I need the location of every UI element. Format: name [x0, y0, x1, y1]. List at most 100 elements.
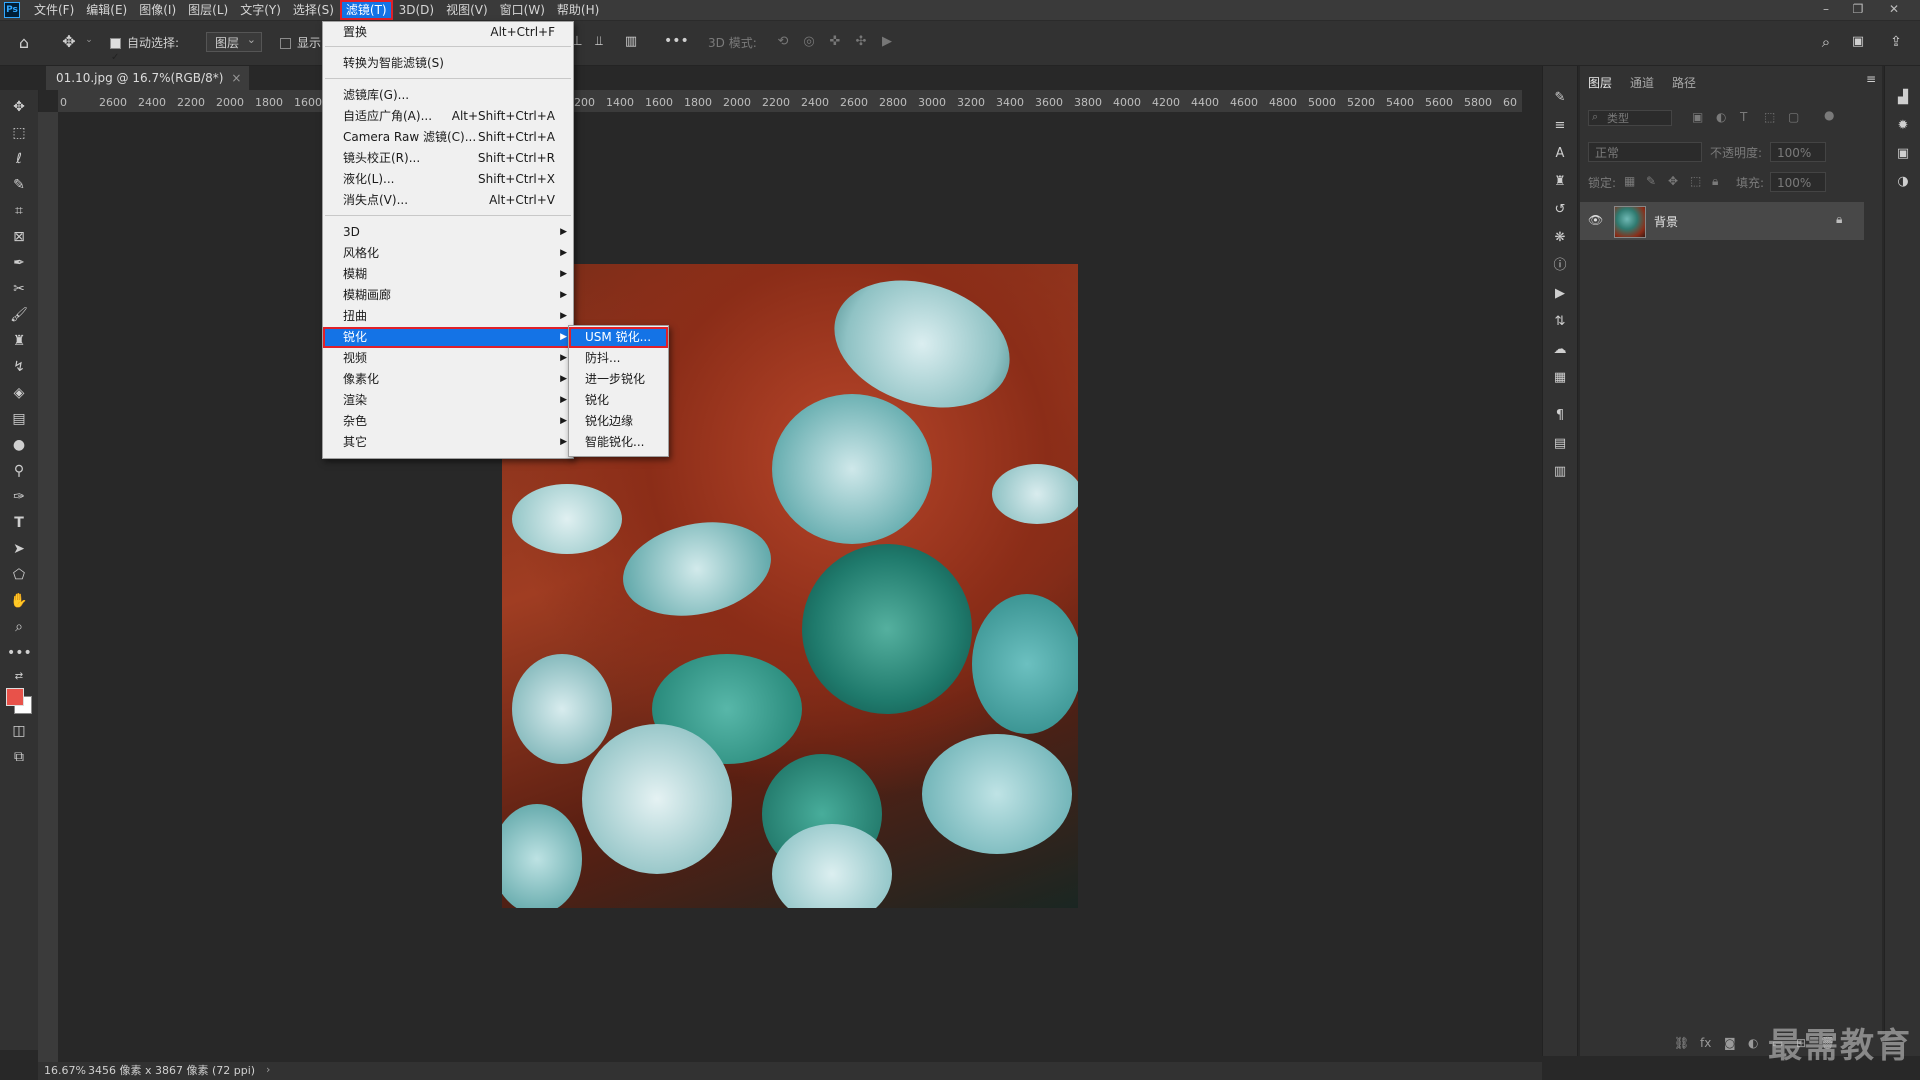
path-select-tool-icon[interactable]: ➤ [7, 538, 31, 560]
type-tool-icon[interactable]: T [7, 512, 31, 534]
menu-item-sharpen[interactable]: 锐化 ▶ [323, 327, 573, 348]
filter-shape-icon[interactable]: ⬚ [1764, 110, 1775, 124]
tab-paths[interactable]: 路径 [1672, 74, 1696, 91]
foreground-color-swatch[interactable] [6, 688, 24, 706]
fill-input[interactable]: 100% [1770, 172, 1826, 192]
frame-tool-icon[interactable]: ⊠ [7, 226, 31, 248]
navigator-icon[interactable]: ✹ [1893, 116, 1913, 136]
share-icon[interactable]: ⇪ [1886, 34, 1906, 50]
align-middle-icon[interactable]: ⫫ [592, 34, 606, 49]
blur-tool-icon[interactable]: ● [7, 434, 31, 456]
menu-item-camera-raw[interactable]: Camera Raw 滤镜(C)... Shift+Ctrl+A [323, 127, 573, 148]
menu-item-lens-correction[interactable]: 镜头校正(R)... Shift+Ctrl+R [323, 148, 573, 169]
layer-name[interactable]: 背景 [1654, 213, 1678, 230]
menu-item-filter-gallery[interactable]: 滤镜库(G)... [323, 85, 573, 106]
lock-transparent-icon[interactable]: ▦ [1624, 174, 1635, 188]
lock-image-icon[interactable]: ✎ [1646, 174, 1656, 188]
auto-select-target-dropdown[interactable]: 图层 [206, 30, 262, 52]
properties-icon[interactable]: ⇅ [1550, 312, 1570, 332]
new-adjustment-icon[interactable]: ◐ [1748, 1036, 1758, 1050]
menu-filter[interactable]: 滤镜(T) [339, 0, 393, 20]
menu-item-stylize[interactable]: 风格化 ▶ [323, 243, 573, 264]
3d-panel-icon[interactable]: ☁ [1550, 340, 1570, 360]
menu-item-noise[interactable]: 杂色 ▶ [323, 411, 573, 432]
menu-edit[interactable]: 编辑(E) [80, 0, 133, 20]
gradient-tool-icon[interactable]: ▤ [7, 408, 31, 430]
more-tools-icon[interactable]: ••• [7, 642, 32, 664]
submenu-item-sharpen[interactable]: 锐化 [569, 390, 668, 411]
move-tool-icon[interactable]: ✥ [58, 32, 80, 51]
quick-select-tool-icon[interactable]: ✎ [7, 174, 31, 196]
menu-layer[interactable]: 图层(L) [182, 0, 234, 20]
add-mask-icon[interactable]: ◙ [1724, 1036, 1736, 1050]
checkbox-unchecked-icon[interactable] [280, 38, 291, 49]
history-icon[interactable]: ↺ [1550, 200, 1570, 220]
layer-filter-dropdown[interactable]: 类型 [1588, 110, 1672, 126]
zoom-level[interactable]: 16.67% [44, 1062, 86, 1080]
brush-tool-icon[interactable]: 🖌 [7, 304, 31, 326]
brushes-icon[interactable]: ❋ [1550, 228, 1570, 248]
healing-brush-tool-icon[interactable]: ✂ [7, 278, 31, 300]
tab-layers[interactable]: 图层 [1588, 74, 1612, 91]
search-icon[interactable]: ⌕ [1816, 33, 1836, 51]
close-tab-icon[interactable]: × [231, 66, 241, 90]
chevron-down-icon[interactable]: ⌄ [84, 35, 94, 45]
roll-3d-icon[interactable]: ◎ [800, 34, 818, 49]
brush-settings-icon[interactable]: ✎ [1550, 88, 1570, 108]
orbit-3d-icon[interactable]: ⟲ [774, 34, 792, 49]
menu-item-liquify[interactable]: 液化(L)... Shift+Ctrl+X [323, 169, 573, 190]
dodge-tool-icon[interactable]: ⚲ [7, 460, 31, 482]
eyedropper-tool-icon[interactable]: ✒ [7, 252, 31, 274]
menu-item-adaptive-wide-angle[interactable]: 自适应广角(A)... Alt+Shift+Ctrl+A [323, 106, 573, 127]
lock-position-icon[interactable]: ✥ [1668, 174, 1678, 188]
document-tab[interactable]: 01.10.jpg @ 16.7%(RGB/8*) × [46, 66, 250, 90]
menu-file[interactable]: 文件(F) [28, 0, 80, 20]
submenu-item-sharpen-edges[interactable]: 锐化边缘 [569, 411, 668, 432]
distribute-icon[interactable]: ▥ [624, 34, 638, 49]
swap-colors-icon[interactable]: ⇄ [7, 666, 31, 688]
document-info[interactable]: 3456 像素 x 3867 像素 (72 ppi) [88, 1062, 255, 1080]
menu-item-blur-gallery[interactable]: 模糊画廊 ▶ [323, 285, 573, 306]
notes-icon[interactable]: ▥ [1550, 462, 1570, 482]
menu-3d[interactable]: 3D(D) [393, 0, 440, 20]
menu-item-render[interactable]: 渲染 ▶ [323, 390, 573, 411]
history-brush-tool-icon[interactable]: ↯ [7, 356, 31, 378]
checkbox-checked-icon[interactable] [110, 36, 121, 80]
filter-adjustment-icon[interactable]: ◐ [1716, 110, 1726, 124]
paragraph-icon[interactable]: ¶ [1550, 406, 1570, 426]
clone-source-icon[interactable]: ♜ [1550, 172, 1570, 192]
clone-stamp-tool-icon[interactable]: ♜ [7, 330, 31, 352]
filter-pixel-icon[interactable]: ▣ [1692, 110, 1703, 124]
zoom-tool-icon[interactable]: ⌕ [7, 616, 31, 638]
submenu-item-unsharp-mask[interactable]: USM 锐化... [569, 327, 668, 348]
info-icon[interactable]: ⓘ [1550, 256, 1570, 276]
blend-mode-dropdown[interactable]: 正常 [1588, 142, 1702, 162]
screen-mode-icon[interactable]: ⧉ [7, 746, 31, 768]
menu-type[interactable]: 文字(Y) [234, 0, 287, 20]
lock-artboard-icon[interactable]: ⬚ [1690, 174, 1701, 188]
pan-3d-icon[interactable]: ✜ [826, 34, 844, 49]
libraries-icon[interactable]: ▣ [1893, 144, 1913, 164]
table-icon[interactable]: ▦ [1550, 368, 1570, 388]
restore-button[interactable]: ❐ [1840, 0, 1876, 20]
menu-item-last-filter[interactable]: 置换 Alt+Ctrl+F [323, 22, 573, 43]
menu-image[interactable]: 图像(I) [133, 0, 182, 20]
lock-all-icon[interactable]: 🔒︎ [1712, 174, 1718, 189]
close-window-button[interactable]: ✕ [1876, 0, 1912, 20]
shape-tool-icon[interactable]: ⬠ [7, 564, 31, 586]
color-icon[interactable]: ◑ [1893, 172, 1913, 192]
filter-type-icon[interactable]: T [1740, 110, 1747, 124]
marquee-tool-icon[interactable]: ⬚ [7, 122, 31, 144]
submenu-item-shake-reduction[interactable]: 防抖... [569, 348, 668, 369]
eraser-tool-icon[interactable]: ◈ [7, 382, 31, 404]
move-tool-icon[interactable]: ✥ [7, 96, 31, 118]
layer-style-icon[interactable]: fx [1700, 1036, 1711, 1050]
menu-item-convert-smart-filter[interactable]: 转换为智能滤镜(S) [323, 53, 573, 74]
tab-channels[interactable]: 通道 [1630, 74, 1654, 91]
menu-item-pixelate[interactable]: 像素化 ▶ [323, 369, 573, 390]
menu-item-other[interactable]: 其它 ▶ [323, 432, 573, 453]
filter-toggle-icon[interactable]: ● [1824, 108, 1834, 122]
camera-3d-icon[interactable]: ▶ [878, 34, 896, 49]
chevron-right-icon[interactable]: › [266, 1061, 270, 1079]
slide-3d-icon[interactable]: ✣ [852, 34, 870, 49]
